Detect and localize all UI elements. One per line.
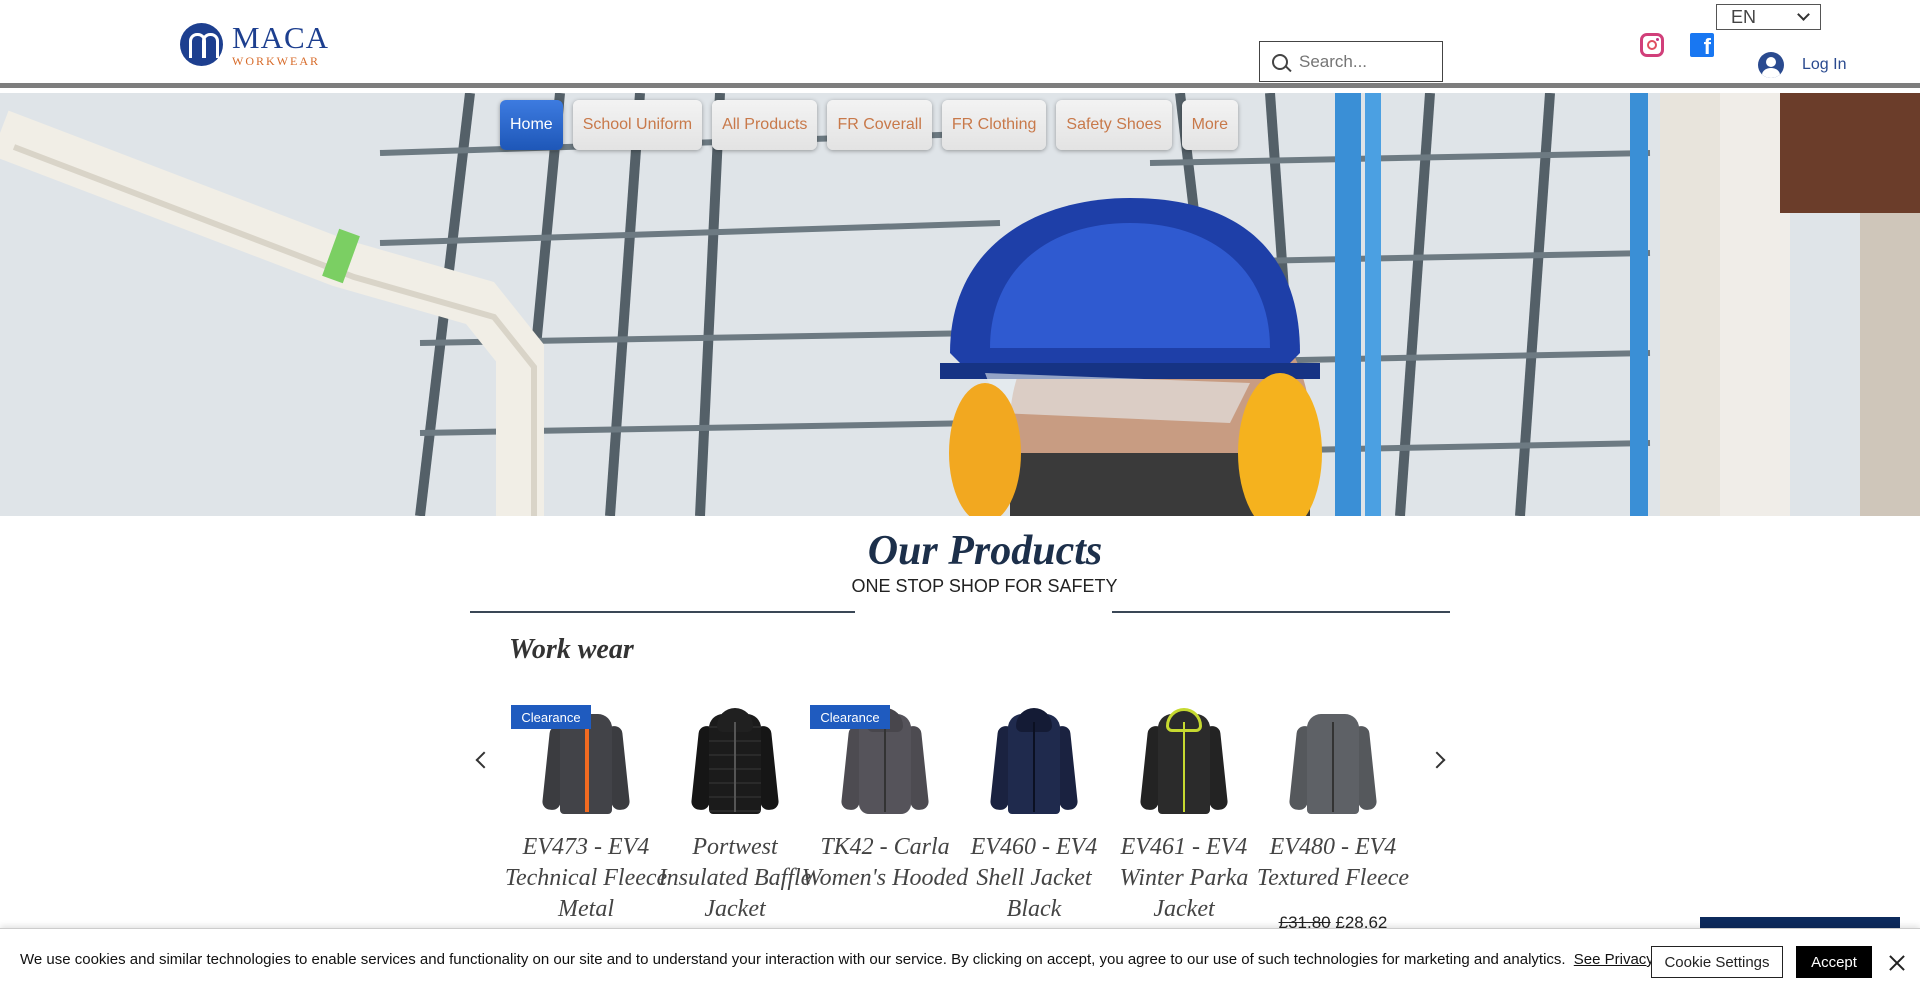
- nav-item-fr-coverall[interactable]: FR Coverall: [827, 100, 932, 150]
- jacket-icon: [1139, 708, 1229, 816]
- login-button[interactable]: Log In: [1740, 52, 1846, 78]
- section-title: Work wear: [509, 634, 634, 665]
- divider-right: [1112, 611, 1450, 613]
- search-box[interactable]: [1259, 41, 1443, 82]
- accept-button[interactable]: Accept: [1796, 946, 1872, 978]
- cookie-text: We use cookies and similar technologies …: [20, 951, 1698, 968]
- login-label: Log In: [1802, 56, 1847, 73]
- cookie-message: We use cookies and similar technologies …: [20, 951, 1566, 968]
- hero-image: [0, 93, 1920, 516]
- product-image[interactable]: [959, 703, 1109, 821]
- avatar-icon: [1758, 52, 1784, 78]
- product-image[interactable]: [1258, 703, 1408, 821]
- product-name[interactable]: EV473 - EV4 Technical Fleece Metal: [501, 832, 671, 925]
- product-image[interactable]: [660, 703, 810, 821]
- hero-banner: [0, 93, 1920, 516]
- product-name[interactable]: EV460 - EV4 Shell Jacket Black: [949, 832, 1119, 925]
- nav-item-all-products[interactable]: All Products: [712, 100, 818, 150]
- search-input[interactable]: [1299, 51, 1434, 72]
- carousel-next-icon[interactable]: [1428, 751, 1446, 769]
- cookie-settings-button[interactable]: Cookie Settings: [1651, 946, 1783, 978]
- nav-item-home[interactable]: Home: [500, 100, 563, 150]
- language-selected: EN: [1731, 6, 1757, 27]
- products-title: Our Products: [867, 528, 1103, 574]
- products-subtitle: ONE STOP SHOP FOR SAFETY: [851, 576, 1118, 596]
- clearance-badge: Clearance: [810, 705, 890, 729]
- instagram-icon[interactable]: [1640, 33, 1664, 57]
- logo-name: MACA: [232, 20, 330, 55]
- nav-item-school-uniform[interactable]: School Uniform: [572, 100, 703, 150]
- jacket-icon: [989, 708, 1079, 816]
- logo[interactable]: MACA WORKWEAR: [180, 22, 329, 67]
- main-nav: Home School Uniform All Products FR Cove…: [500, 100, 1239, 150]
- jacket-icon: [1288, 708, 1378, 816]
- nav-item-more[interactable]: More: [1181, 100, 1239, 150]
- chevron-down-icon: [1797, 8, 1810, 21]
- nav-item-fr-clothing[interactable]: FR Clothing: [941, 100, 1047, 150]
- product-name[interactable]: TK42 - Carla Women's Hooded: [800, 832, 970, 925]
- language-select[interactable]: EN: [1716, 4, 1821, 30]
- clearance-badge: Clearance: [511, 705, 591, 729]
- close-icon[interactable]: [1889, 955, 1905, 971]
- product-name[interactable]: Portwest Insulated Baffle Jacket: [650, 832, 820, 925]
- search-icon: [1272, 53, 1288, 70]
- facebook-icon[interactable]: f: [1690, 33, 1714, 57]
- cookie-banner: We use cookies and similar technologies …: [0, 928, 1920, 993]
- carousel-prev-icon[interactable]: [475, 751, 493, 769]
- product-image[interactable]: [1109, 703, 1259, 821]
- logo-mark-icon: [180, 23, 223, 66]
- nav-item-safety-shoes[interactable]: Safety Shoes: [1056, 100, 1172, 150]
- product-name[interactable]: EV461 - EV4 Winter Parka Jacket: [1099, 832, 1269, 925]
- chat-widget-tab[interactable]: [1700, 917, 1900, 928]
- jacket-icon: [690, 708, 780, 816]
- site-header: MACA WORKWEAR EN f Log In: [0, 0, 1920, 88]
- logo-subtitle: WORKWEAR: [232, 54, 320, 68]
- product-name[interactable]: EV480 - EV4 Textured Fleece: [1248, 832, 1418, 925]
- divider-left: [470, 611, 855, 613]
